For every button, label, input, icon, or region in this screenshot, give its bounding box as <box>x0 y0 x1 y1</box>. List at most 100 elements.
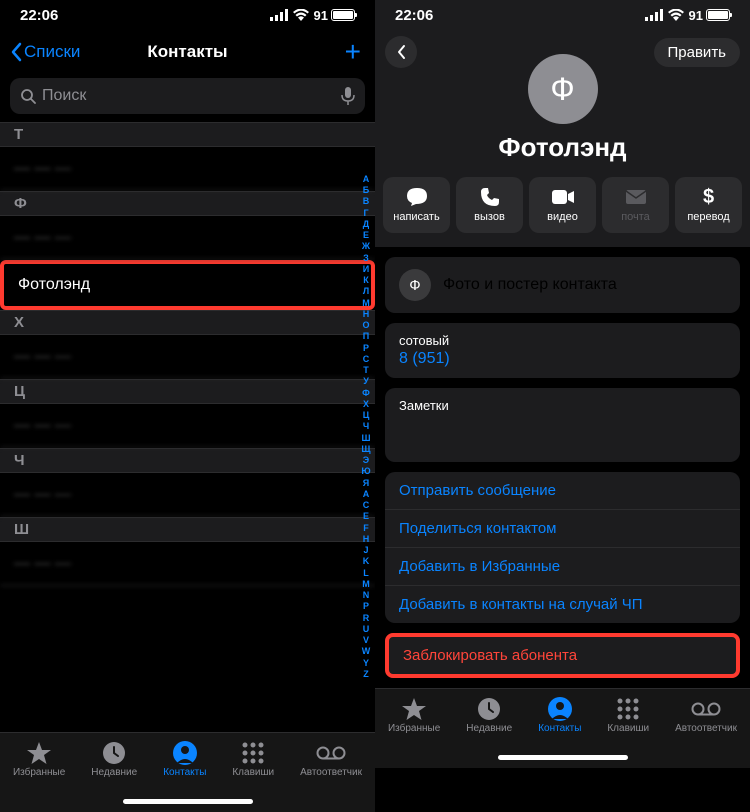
index-letter[interactable]: Ч <box>359 421 373 432</box>
tab-voicemail[interactable]: Автоответчик <box>675 697 737 768</box>
contact-name: Фотолэнд <box>375 132 750 163</box>
wifi-icon <box>668 9 684 21</box>
contact-row[interactable]: — — — <box>0 404 375 448</box>
mic-icon[interactable] <box>341 87 355 105</box>
index-letter[interactable]: C <box>359 500 373 511</box>
index-letter[interactable]: Г <box>359 208 373 219</box>
index-letter[interactable]: П <box>359 331 373 342</box>
star-icon <box>401 697 427 721</box>
index-letter[interactable]: Ю <box>359 466 373 477</box>
index-letter[interactable]: Х <box>359 399 373 410</box>
nav-bar: Списки Контакты + <box>0 30 375 74</box>
index-letter[interactable]: Я <box>359 478 373 489</box>
contact-row[interactable]: — — — <box>0 473 375 517</box>
tab-favorites[interactable]: Избранные <box>388 697 440 768</box>
chevron-left-icon <box>396 44 406 60</box>
index-letter[interactable]: A <box>359 489 373 500</box>
index-letter[interactable]: U <box>359 624 373 635</box>
contact-detail-screen: 22:06 91 Править Ф Фотолэнд написать <box>375 0 750 812</box>
photo-poster-card[interactable]: Ф Фото и постер контакта <box>385 257 740 313</box>
index-letter[interactable]: Ж <box>359 241 373 252</box>
index-letter[interactable]: Ф <box>359 388 373 399</box>
index-letter[interactable]: В <box>359 196 373 207</box>
contact-avatar[interactable]: Ф <box>528 54 598 124</box>
actions-card: Отправить сообщение Поделиться контактом… <box>385 472 740 623</box>
index-letter[interactable]: R <box>359 613 373 624</box>
tab-voicemail[interactable]: Автоответчик <box>300 741 362 812</box>
index-letter[interactable]: Л <box>359 286 373 297</box>
index-letter[interactable]: Д <box>359 219 373 230</box>
status-bar: 22:06 91 <box>0 0 375 30</box>
index-letter[interactable]: Э <box>359 455 373 466</box>
action-video[interactable]: видео <box>529 177 596 233</box>
contact-row[interactable]: — — — <box>0 147 375 191</box>
send-message-link[interactable]: Отправить сообщение <box>385 472 740 510</box>
index-letter[interactable]: И <box>359 264 373 275</box>
contact-row[interactable]: — — — <box>0 542 375 586</box>
home-indicator[interactable] <box>498 755 628 760</box>
index-letter[interactable]: W <box>359 646 373 657</box>
tab-bar: Избранные Недавние Контакты Клавиши Авто… <box>375 688 750 768</box>
action-message[interactable]: написать <box>383 177 450 233</box>
phone-card[interactable]: сотовый 8 (951) <box>385 323 740 378</box>
block-card: Заблокировать абонента <box>385 633 740 678</box>
index-letter[interactable]: М <box>359 298 373 309</box>
notes-card[interactable]: Заметки <box>385 388 740 462</box>
section-header: Х <box>0 310 375 335</box>
action-pay[interactable]: $ перевод <box>675 177 742 233</box>
search-input[interactable] <box>42 87 341 105</box>
index-letter[interactable]: P <box>359 601 373 612</box>
index-letter[interactable]: К <box>359 275 373 286</box>
action-call[interactable]: вызов <box>456 177 523 233</box>
action-mail: почта <box>602 177 669 233</box>
index-letter[interactable]: F <box>359 523 373 534</box>
index-letter[interactable]: K <box>359 556 373 567</box>
person-icon <box>548 697 572 721</box>
block-caller-link[interactable]: Заблокировать абонента <box>389 637 736 674</box>
index-letter[interactable]: Z <box>359 669 373 680</box>
edit-button[interactable]: Править <box>654 38 741 67</box>
add-contact-button[interactable]: + <box>345 38 361 66</box>
index-letter[interactable]: О <box>359 320 373 331</box>
index-letter[interactable]: Н <box>359 309 373 320</box>
index-letter[interactable]: У <box>359 376 373 387</box>
index-letter[interactable]: J <box>359 545 373 556</box>
phone-number[interactable]: 8 (951) <box>399 350 726 368</box>
index-letter[interactable]: L <box>359 568 373 579</box>
index-letter[interactable]: З <box>359 253 373 264</box>
index-letter[interactable]: H <box>359 534 373 545</box>
index-letter[interactable]: Р <box>359 343 373 354</box>
contact-row[interactable]: — — — <box>0 335 375 379</box>
index-letter[interactable]: Т <box>359 365 373 376</box>
index-letter[interactable]: Б <box>359 185 373 196</box>
index-letter[interactable]: Ц <box>359 410 373 421</box>
battery-indicator: 91 <box>689 8 730 23</box>
index-letter[interactable]: N <box>359 590 373 601</box>
search-bar[interactable] <box>10 78 365 114</box>
index-letter[interactable]: Ш <box>359 433 373 444</box>
person-icon <box>173 741 197 765</box>
contact-list[interactable]: Т— — —Ф— — —ФотолэндХ— — —Ц— — —Ч— — —Ш—… <box>0 122 375 732</box>
back-label: Списки <box>24 42 80 62</box>
add-emergency-link[interactable]: Добавить в контакты на случай ЧП <box>385 586 740 623</box>
add-favorites-link[interactable]: Добавить в Избранные <box>385 548 740 586</box>
index-letter[interactable]: А <box>359 174 373 185</box>
index-letter[interactable]: Щ <box>359 444 373 455</box>
mail-icon <box>625 189 647 205</box>
status-time: 22:06 <box>20 7 58 24</box>
index-letter[interactable]: E <box>359 511 373 522</box>
home-indicator[interactable] <box>123 799 253 804</box>
index-letter[interactable]: Е <box>359 230 373 241</box>
dollar-icon: $ <box>703 187 714 207</box>
index-letter[interactable]: V <box>359 635 373 646</box>
tab-favorites[interactable]: Избранные <box>13 741 65 812</box>
index-letter[interactable]: M <box>359 579 373 590</box>
index-letter[interactable]: С <box>359 354 373 365</box>
share-contact-link[interactable]: Поделиться контактом <box>385 510 740 548</box>
contact-row[interactable]: Фотолэнд <box>0 260 375 310</box>
contact-row[interactable]: — — — <box>0 216 375 260</box>
back-button[interactable]: Списки <box>10 42 80 62</box>
index-letter[interactable]: Y <box>359 658 373 669</box>
back-button[interactable] <box>385 36 417 68</box>
alphabet-index[interactable]: АБВГДЕЖЗИКЛМНОПРСТУФХЦЧШЩЭЮЯACEFHJKLMNPR… <box>359 126 373 728</box>
